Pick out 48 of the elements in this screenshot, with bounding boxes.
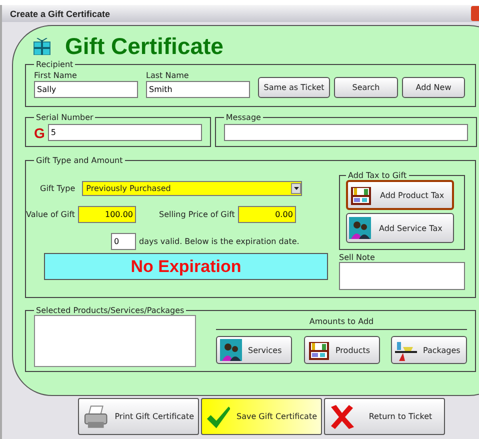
amount-button[interactable]: Packages [391, 336, 467, 364]
field-label: Last Name [146, 71, 190, 80]
group-label: Gift Type and Amount [35, 156, 124, 165]
amount-button[interactable]: Products [304, 336, 380, 364]
field-label: Sell Note [339, 253, 376, 262]
group-label: Serial Number [35, 113, 94, 122]
recipient-button[interactable]: Add New [402, 77, 465, 98]
message-field[interactable] [224, 124, 468, 141]
group-label: Selected Products/Services/Packages [35, 306, 186, 315]
tax-button[interactable]: Add Product Tax [346, 180, 454, 210]
field-label: Value of Gift [26, 210, 75, 219]
first-name-field[interactable]: Sally [34, 81, 138, 98]
gift-type-dropdown[interactable]: Previously Purchased [82, 181, 302, 196]
shelf-icon [350, 184, 372, 206]
shelf-icon [308, 339, 330, 361]
serial-number-field[interactable]: 5 [48, 124, 202, 141]
people-icon [220, 339, 242, 361]
selling-price-field[interactable]: 0.00 [238, 206, 296, 223]
form-title: Gift Certificate [65, 32, 224, 60]
printer-icon [83, 404, 109, 430]
dropdown-arrow-icon [294, 187, 299, 190]
group-label: Message [224, 113, 262, 122]
window-title: Create a Gift Certificate [10, 8, 110, 18]
footer-button[interactable]: Print Gift Certificate [78, 398, 199, 435]
gift-box-icon [33, 38, 51, 54]
x-mark-icon [329, 404, 355, 430]
sell-note-field[interactable] [339, 262, 465, 290]
group-label: Recipient [35, 60, 74, 69]
field-label: Gift Type [40, 184, 76, 193]
last-name-field[interactable]: Smith [146, 81, 250, 98]
expiration-display: No Expiration [44, 253, 328, 280]
recipient-button[interactable]: Search [334, 77, 398, 98]
recipient-button[interactable]: Same as Ticket [258, 77, 330, 98]
amounts-label: Amounts to Add [216, 317, 467, 330]
serial-prefix: G [34, 124, 45, 140]
people-icon [349, 217, 371, 239]
value-of-gift-field[interactable]: 100.00 [78, 206, 136, 223]
footer-button[interactable]: Save Gift Certificate [201, 398, 322, 435]
tax-button[interactable]: Add Service Tax [346, 213, 454, 243]
days-valid-field[interactable]: 0 [111, 233, 136, 250]
footer-button[interactable]: Return to Ticket [324, 398, 445, 435]
field-label: First Name [34, 71, 78, 80]
tray-icon [395, 339, 417, 361]
selected-items-list[interactable] [34, 315, 196, 367]
field-label: Selling Price of Gift [159, 210, 235, 219]
group-label: Add Tax to Gift [347, 171, 408, 180]
days-valid-text: days valid. Below is the expiration date. [139, 237, 300, 246]
amount-button[interactable]: Services [216, 336, 292, 364]
